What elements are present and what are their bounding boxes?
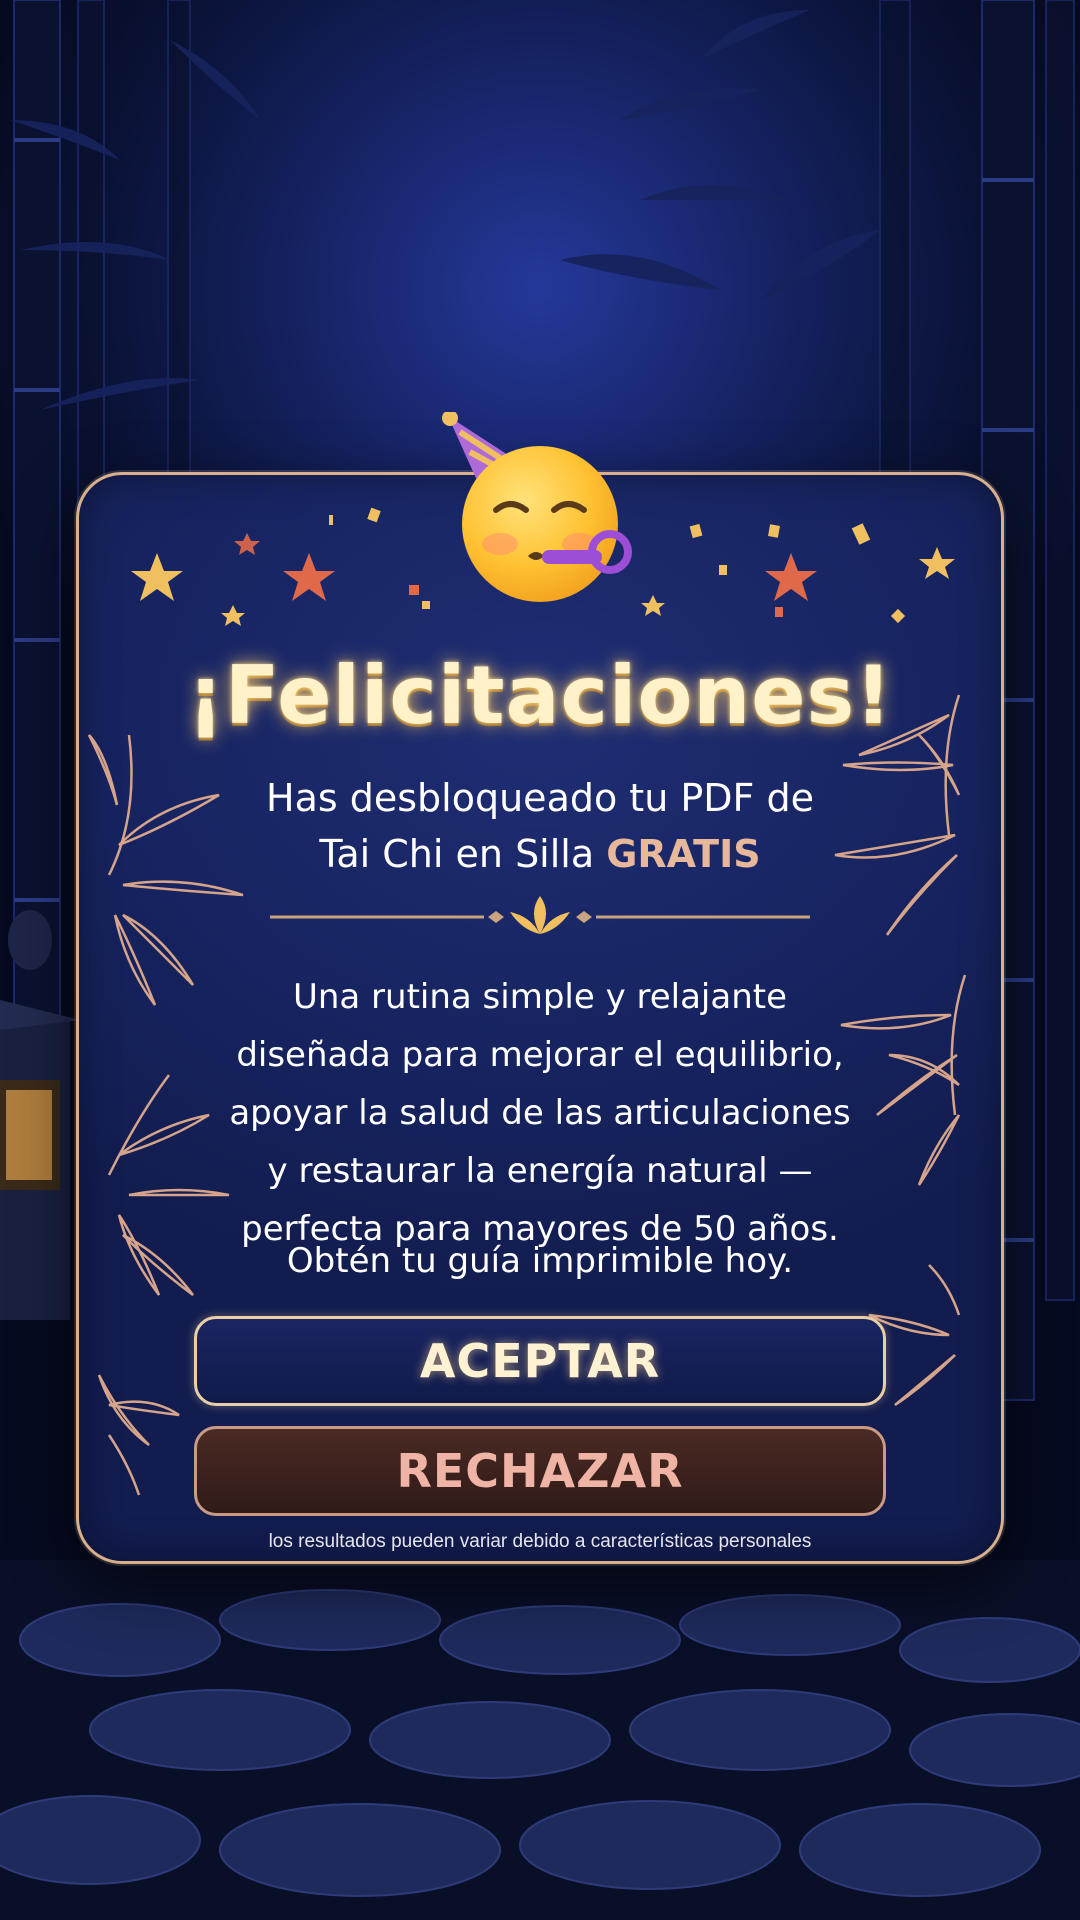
accept-button[interactable]: ACEPTAR — [194, 1316, 886, 1406]
subtitle-line-1: Has desbloqueado tu PDF de — [266, 776, 814, 820]
subtitle: Has desbloqueado tu PDF de Tai Chi en Si… — [0, 770, 1080, 882]
description: Una rutina simple y relajante diseñada p… — [160, 968, 920, 1258]
reject-button[interactable]: RECHAZAR — [194, 1426, 886, 1516]
cta-text: Obtén tu guía imprimible hoy. — [286, 1241, 794, 1281]
disclaimer: los resultados pueden variar debido a ca… — [268, 1531, 812, 1552]
subtitle-line-2-prefix: Tai Chi en Silla — [319, 832, 607, 876]
partying-face-icon — [442, 412, 632, 602]
description-line: diseñada para mejorar el equilibrio, — [236, 1035, 844, 1075]
description-line: apoyar la salud de las articulaciones — [229, 1093, 851, 1133]
description-line: y restaurar la energía natural — — [267, 1151, 813, 1191]
page-title: ¡Felicitaciones! — [187, 649, 893, 742]
gratis-highlight: GRATIS — [606, 832, 761, 876]
lotus-divider-icon — [270, 896, 810, 934]
popup-screen: ¡Felicitaciones! Has desbloqueado tu PDF… — [0, 0, 1080, 1920]
subtitle-line-2: Tai Chi en Silla GRATIS — [0, 826, 1080, 882]
stone-path-icon — [0, 1560, 1080, 1920]
description-line: Una rutina simple y relajante — [292, 977, 788, 1017]
